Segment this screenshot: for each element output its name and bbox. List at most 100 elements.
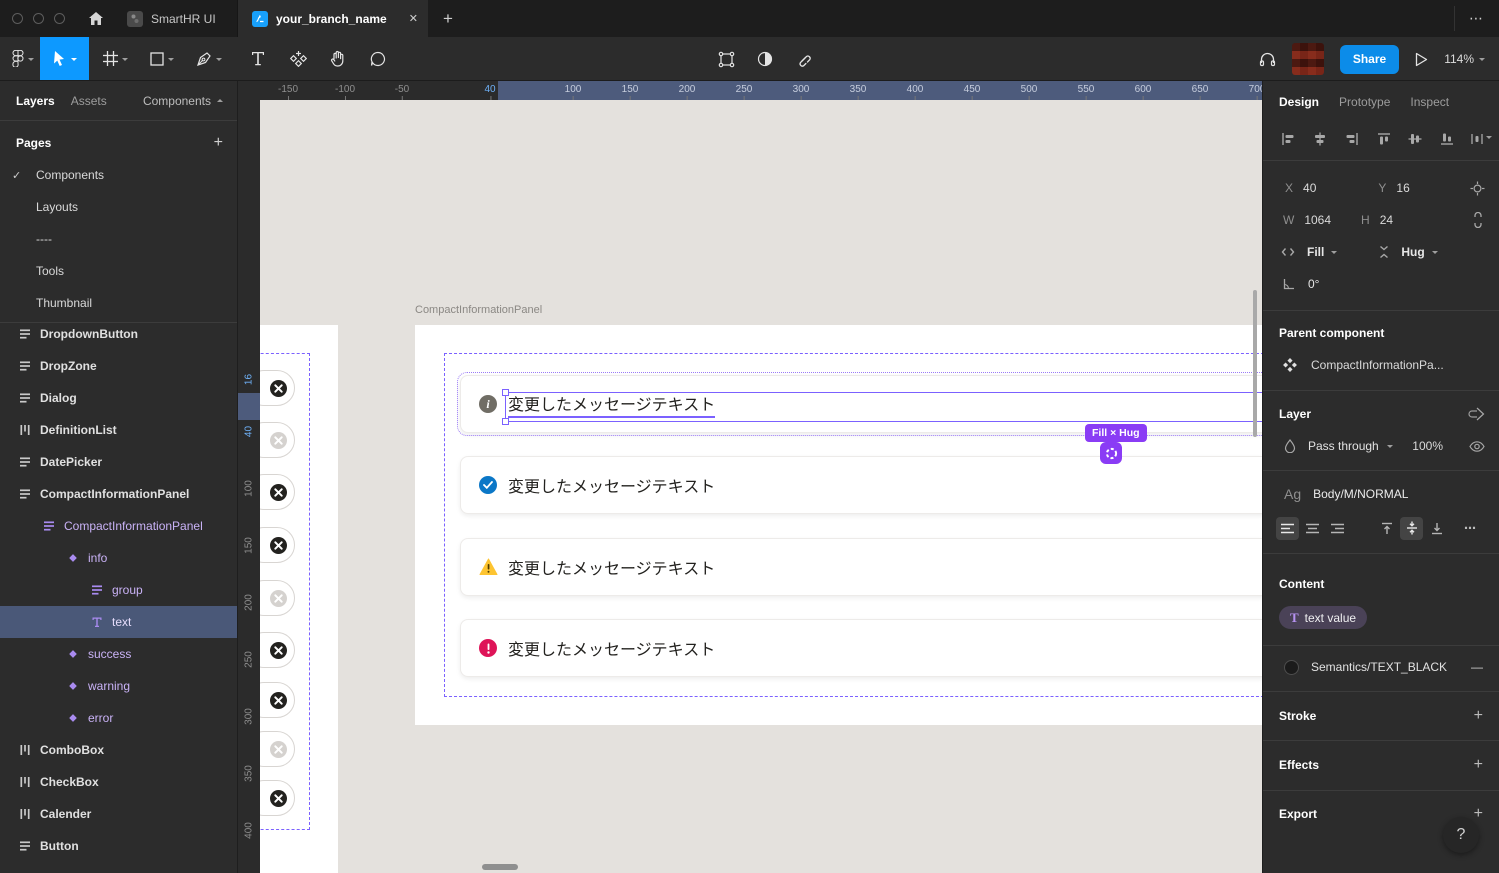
crosshair-icon[interactable] xyxy=(1470,181,1485,196)
message-text[interactable]: 変更したメッセージテキスト xyxy=(508,636,715,660)
chevron-down-icon[interactable] xyxy=(1331,251,1337,257)
zoom-control[interactable]: 114% xyxy=(1444,52,1485,66)
tab-your-branch-name[interactable]: your_branch_name ✕ xyxy=(238,0,428,37)
dismiss-pill-button[interactable] xyxy=(260,580,295,616)
hand-tool-button[interactable] xyxy=(318,37,358,80)
layer-row-compactinformationpanel[interactable]: CompactInformationPanel xyxy=(0,510,237,542)
parent-component-name[interactable]: CompactInformationPa... xyxy=(1311,358,1444,372)
present-icon[interactable] xyxy=(1415,52,1428,67)
align-bottom-icon[interactable] xyxy=(1431,132,1463,146)
layer-row-dropdownbutton[interactable]: DropdownButton xyxy=(0,323,237,350)
dismiss-pill-button[interactable] xyxy=(260,780,295,816)
layer-row-datepicker[interactable]: DatePicker xyxy=(0,446,237,478)
fill-style-row[interactable]: Semantics/TEXT_BLACK — xyxy=(1263,653,1499,681)
distribute-icon[interactable] xyxy=(1463,132,1499,146)
rotation-value[interactable]: 0° xyxy=(1308,277,1319,291)
layer-row-dialog[interactable]: Dialog xyxy=(0,382,237,414)
add-page-button[interactable]: + xyxy=(214,134,223,152)
layer-row-group[interactable]: group xyxy=(0,574,237,606)
vertical-align-middle-icon[interactable] xyxy=(1400,517,1423,540)
layer-row-success[interactable]: success xyxy=(0,638,237,670)
canvas-vertical-scrollbar[interactable] xyxy=(1253,290,1257,437)
visibility-eye-icon[interactable] xyxy=(1469,441,1485,452)
fill-style-name[interactable]: Semantics/TEXT_BLACK xyxy=(1311,660,1447,674)
blend-mode-value[interactable]: Pass through xyxy=(1308,439,1379,453)
page-row-----[interactable]: ---- xyxy=(0,223,237,255)
dismiss-pill-button[interactable] xyxy=(260,370,295,406)
comment-tool-button[interactable] xyxy=(358,37,398,80)
horizontal-resizing-value[interactable]: Fill xyxy=(1307,245,1324,259)
edit-object-icon[interactable] xyxy=(718,51,735,68)
layer-row-text[interactable]: text xyxy=(0,606,237,638)
window-minimize-icon[interactable] xyxy=(33,13,44,24)
audio-call-icon[interactable] xyxy=(1259,51,1276,68)
layer-row-checkbox[interactable]: CheckBox xyxy=(0,766,237,798)
auto-layout-button[interactable] xyxy=(1100,442,1122,464)
tab-layers[interactable]: Layers xyxy=(16,94,55,108)
align-horizontal-center-icon[interactable] xyxy=(1304,132,1336,146)
text-style-row[interactable]: Ag Body/M/NORMAL xyxy=(1263,480,1499,508)
home-button[interactable] xyxy=(79,0,113,37)
layer-row-compactinformationpanel[interactable]: CompactInformationPanel xyxy=(0,478,237,510)
add-effect-button[interactable]: + xyxy=(1474,756,1483,774)
share-button[interactable]: Share xyxy=(1340,45,1399,74)
avatar[interactable] xyxy=(1292,43,1324,75)
align-right-icon[interactable] xyxy=(1336,132,1368,146)
tab-design[interactable]: Design xyxy=(1279,95,1319,109)
w-value[interactable]: 1064 xyxy=(1304,213,1331,227)
canvas-horizontal-scrollbar[interactable] xyxy=(482,864,518,870)
new-tab-button[interactable]: + xyxy=(428,0,468,37)
y-value[interactable]: 16 xyxy=(1396,181,1409,195)
pen-tool-button[interactable] xyxy=(190,37,228,80)
remove-fill-icon[interactable]: — xyxy=(1471,660,1483,674)
parent-component-row[interactable]: CompactInformationPa... xyxy=(1263,351,1499,379)
tab-assets[interactable]: Assets xyxy=(71,94,107,108)
warning-message-card[interactable]: 変更したメッセージテキスト xyxy=(460,538,1262,596)
type-details-button[interactable]: ⋯ xyxy=(1464,521,1477,535)
page-row-layouts[interactable]: Layouts xyxy=(0,191,237,223)
link-icon[interactable] xyxy=(795,51,812,68)
layer-row-info[interactable]: info xyxy=(0,542,237,574)
align-vertical-center-icon[interactable] xyxy=(1399,132,1431,146)
message-text[interactable]: 変更したメッセージテキスト xyxy=(508,555,715,579)
chevron-down-icon[interactable] xyxy=(1387,445,1393,451)
vertical-align-top-icon[interactable] xyxy=(1375,517,1398,540)
window-controls[interactable] xyxy=(0,0,79,37)
dismiss-pill-button[interactable] xyxy=(260,422,295,458)
add-export-button[interactable]: + xyxy=(1474,805,1483,823)
layer-row-combobox[interactable]: ComboBox xyxy=(0,734,237,766)
layer-settings-icon[interactable] xyxy=(1468,407,1485,421)
align-top-icon[interactable] xyxy=(1368,132,1400,146)
tab-prototype[interactable]: Prototype xyxy=(1339,95,1390,109)
help-button[interactable]: ? xyxy=(1443,817,1479,853)
align-left-icon[interactable] xyxy=(1272,132,1304,146)
text-style-name[interactable]: Body/M/NORMAL xyxy=(1313,487,1408,501)
layer-row-error[interactable]: error xyxy=(0,702,237,734)
layer-row-calender[interactable]: Calender xyxy=(0,798,237,830)
tab-smarthr-ui[interactable]: SmartHR UI xyxy=(113,0,238,37)
dismiss-pill-button[interactable] xyxy=(260,632,295,668)
canvas[interactable]: CompactInformationPanel i 変更したメッセージテキスト xyxy=(260,100,1262,873)
opacity-value[interactable]: 100% xyxy=(1412,439,1443,453)
mask-icon[interactable] xyxy=(757,51,773,67)
vertical-resizing-value[interactable]: Hug xyxy=(1401,245,1424,259)
move-tool-button[interactable] xyxy=(40,37,89,80)
page-row-thumbnail[interactable]: Thumbnail xyxy=(0,287,237,319)
h-value[interactable]: 24 xyxy=(1380,213,1393,227)
frame-name-label[interactable]: CompactInformationPanel xyxy=(415,304,542,316)
selection-handle[interactable] xyxy=(502,418,509,425)
component-tool-button[interactable] xyxy=(278,37,318,80)
tab-close-icon[interactable]: ✕ xyxy=(409,12,418,25)
dismiss-pill-button[interactable] xyxy=(260,682,295,718)
chevron-down-icon[interactable] xyxy=(1432,251,1438,257)
dismiss-pill-button[interactable] xyxy=(260,731,295,767)
dismiss-pill-button[interactable] xyxy=(260,527,295,563)
add-stroke-button[interactable]: + xyxy=(1474,707,1483,725)
text-tool-button[interactable] xyxy=(238,37,278,80)
page-row-tools[interactable]: Tools xyxy=(0,255,237,287)
dismiss-pill-button[interactable] xyxy=(260,474,295,510)
layer-row-button[interactable]: Button xyxy=(0,830,237,862)
content-text-chip[interactable]: T text value xyxy=(1279,606,1367,629)
color-swatch[interactable] xyxy=(1284,660,1299,675)
collection-dropdown[interactable]: Components xyxy=(143,94,223,108)
